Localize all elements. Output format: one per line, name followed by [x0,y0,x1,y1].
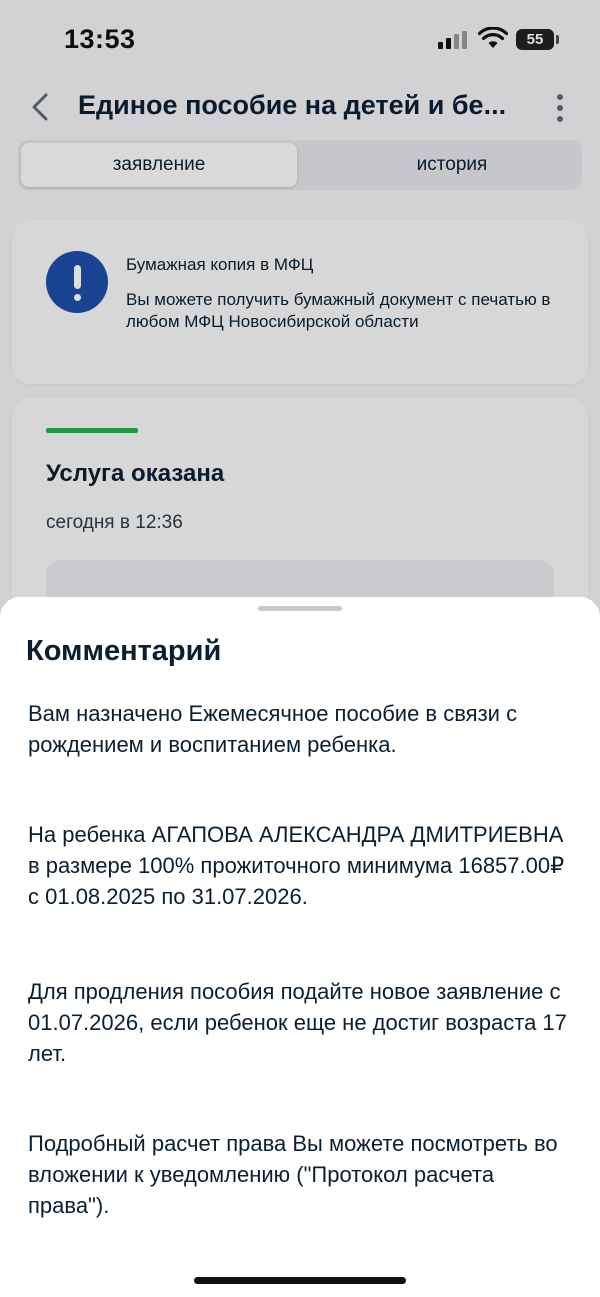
sheet-grabber[interactable] [258,606,342,611]
sheet-title: Комментарий [26,635,222,667]
comment-paragraph: Подробный расчет права Вы можете посмотр… [28,1131,558,1218]
comment-paragraph: Вам назначено Ежемесячное пособие в связ… [28,701,518,757]
comment-bottom-sheet: Комментарий Вам назначено Ежемесячное по… [0,597,600,1297]
comment-paragraph: На ребенка АГАПОВА АЛЕКСАНДРА ДМИТРИЕВНА… [28,822,565,909]
home-indicator[interactable] [194,1277,406,1284]
comment-paragraph: Для продления пособия подайте новое заяв… [28,979,567,1066]
